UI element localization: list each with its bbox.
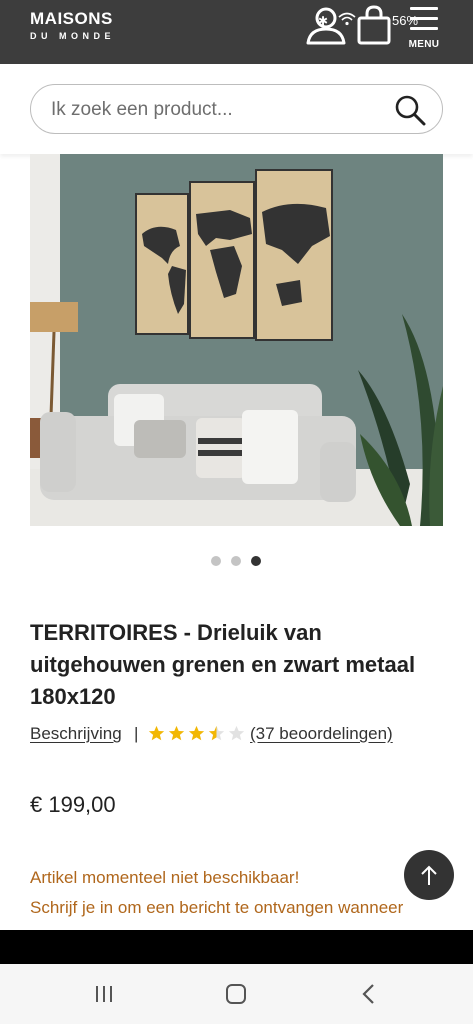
carousel-dot-3-active[interactable] <box>251 556 261 566</box>
page-bottom-band <box>0 930 473 964</box>
back-icon[interactable] <box>354 982 384 1006</box>
star-icon <box>188 725 205 741</box>
star-icon <box>168 725 185 741</box>
carousel-dot-2[interactable] <box>231 556 241 566</box>
shopping-bag-icon[interactable] <box>357 5 391 45</box>
search-placeholder: Ik zoek een product... <box>51 99 233 120</box>
logo-line-2: DU MONDE <box>30 31 115 41</box>
arrow-up-icon <box>421 865 437 885</box>
logo-line-1: MAISONS <box>30 9 113 28</box>
notify-signup-text[interactable]: Schrijf je in om een bericht te ontvange… <box>30 898 403 918</box>
search-input[interactable]: Ik zoek een product... <box>30 84 443 134</box>
search-bar-container: Ik zoek een product... <box>0 64 473 154</box>
home-icon[interactable] <box>221 982 251 1006</box>
recent-apps-icon[interactable] <box>90 982 120 1006</box>
menu-label: MENU <box>408 39 440 50</box>
user-icon[interactable] <box>305 5 347 45</box>
search-icon[interactable] <box>394 94 426 126</box>
menu-button[interactable]: MENU <box>404 4 444 56</box>
product-title: TERRITOIRES - Drieluik van uitgehouwen g… <box>30 620 416 709</box>
availability-message: Artikel momenteel niet beschikbaar! <box>30 868 300 887</box>
product-price: € 199,00 <box>30 792 116 817</box>
meta-separator: | <box>134 724 139 743</box>
scroll-to-top-button[interactable] <box>404 850 454 900</box>
system-navigation-bar <box>0 964 473 1024</box>
description-link[interactable]: Beschrijving <box>30 724 122 744</box>
reviews-link[interactable]: (37 beoordelingen) <box>250 724 393 744</box>
product-image[interactable] <box>30 154 443 526</box>
star-icon <box>148 725 165 741</box>
site-header: MAISONS DU MONDE ✱ 56% MENU <box>0 0 473 64</box>
menu-icon <box>410 7 438 10</box>
empty-star-icon <box>228 725 245 741</box>
half-star-icon <box>208 725 225 741</box>
carousel-dot-1[interactable] <box>211 556 221 566</box>
maisons-du-monde-logo[interactable]: MAISONS DU MONDE <box>30 9 115 42</box>
